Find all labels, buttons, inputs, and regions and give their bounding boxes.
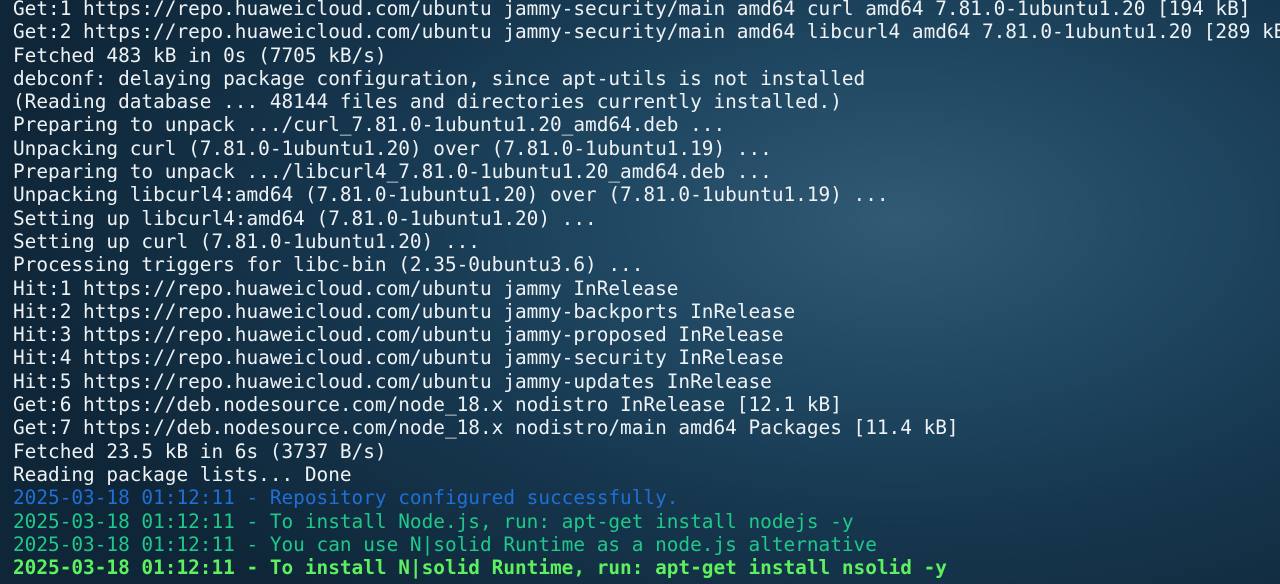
terminal-line-info: 2025-03-18 01:12:11 - To install Node.js… [13, 509, 854, 533]
terminal-line: (Reading database ... 48144 files and di… [13, 90, 842, 114]
terminal-line: debconf: delaying package configuration,… [13, 66, 866, 90]
terminal-line: Unpacking libcurl4:amd64 (7.81.0-1ubuntu… [13, 183, 889, 207]
terminal-line: Get:7 https://deb.nodesource.com/node_18… [13, 416, 959, 440]
terminal-line: Fetched 23.5 kB in 6s (3737 B/s) [13, 439, 387, 463]
terminal-window[interactable]: Get:1 https://repo.huaweicloud.com/ubunt… [0, 0, 1280, 584]
terminal-line: Hit:3 https://repo.huaweicloud.com/ubunt… [13, 323, 784, 347]
terminal-line: Processing triggers for libc-bin (2.35-0… [13, 253, 644, 277]
terminal-line: Get:1 https://repo.huaweicloud.com/ubunt… [13, 0, 1251, 20]
terminal-line-info: 2025-03-18 01:12:11 - You can use N|soli… [13, 532, 877, 556]
terminal-line-info: 2025-03-18 01:12:11 - Repository configu… [13, 486, 679, 510]
terminal-line: Preparing to unpack .../libcurl4_7.81.0-… [13, 160, 772, 184]
terminal-line: Reading package lists... Done [13, 462, 352, 486]
terminal-line: Hit:2 https://repo.huaweicloud.com/ubunt… [13, 299, 796, 323]
terminal-line: Hit:4 https://repo.huaweicloud.com/ubunt… [13, 346, 784, 370]
terminal-line: Setting up curl (7.81.0-1ubuntu1.20) ... [13, 229, 480, 253]
terminal-line: Get:6 https://deb.nodesource.com/node_18… [13, 393, 842, 417]
terminal-line: Fetched 483 kB in 0s (7705 kB/s) [13, 43, 387, 67]
terminal-line: Hit:5 https://repo.huaweicloud.com/ubunt… [13, 369, 772, 393]
terminal-line: Setting up libcurl4:amd64 (7.81.0-1ubunt… [13, 206, 597, 230]
terminal-line: Preparing to unpack .../curl_7.81.0-1ubu… [13, 113, 726, 137]
terminal-output: Get:1 https://repo.huaweicloud.com/ubunt… [13, 0, 1280, 579]
terminal-line: Unpacking curl (7.81.0-1ubuntu1.20) over… [13, 136, 772, 160]
terminal-line: Hit:1 https://repo.huaweicloud.com/ubunt… [13, 276, 679, 300]
terminal-line: Get:2 https://repo.huaweicloud.com/ubunt… [13, 20, 1280, 44]
terminal-line-info: 2025-03-18 01:12:11 - To install N|solid… [13, 556, 947, 580]
